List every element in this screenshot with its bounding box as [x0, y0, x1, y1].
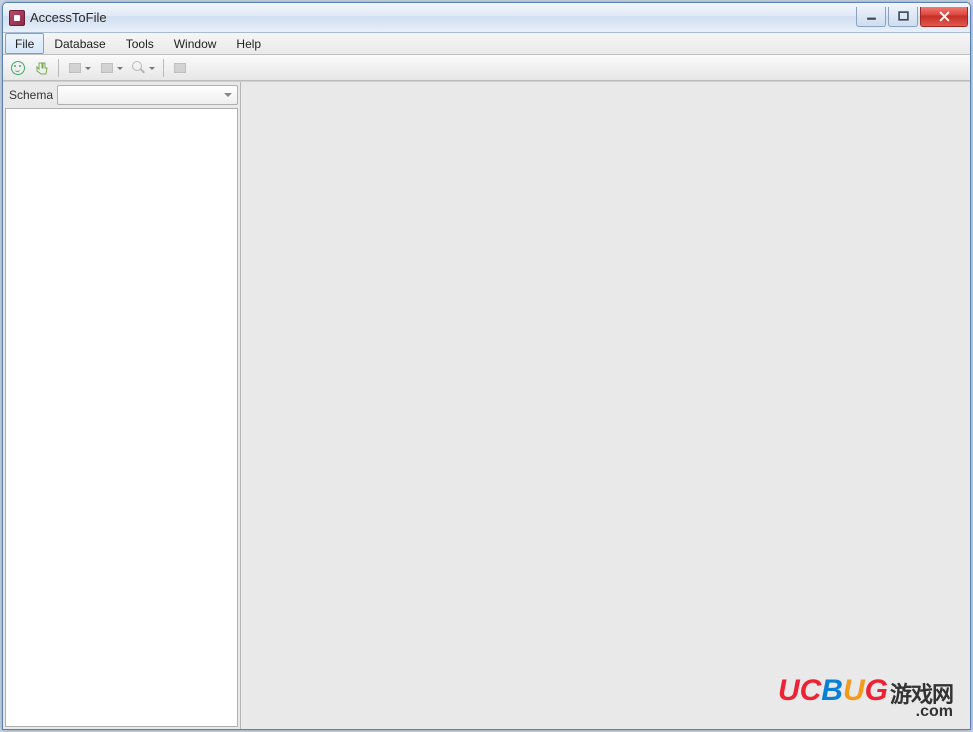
- minimize-icon: [866, 11, 877, 22]
- box-icon: [69, 63, 81, 73]
- toolbar-connect-button[interactable]: [7, 57, 29, 79]
- schema-dropdown[interactable]: [57, 85, 238, 105]
- toolbar-separator: [58, 59, 59, 77]
- maximize-button[interactable]: [888, 7, 918, 27]
- face-icon: [11, 61, 25, 75]
- menubar: File Database Tools Window Help: [3, 33, 970, 55]
- menu-tools[interactable]: Tools: [116, 33, 164, 54]
- client-area: Schema: [3, 81, 970, 729]
- menu-database[interactable]: Database: [44, 33, 115, 54]
- maximize-icon: [898, 11, 909, 22]
- close-button[interactable]: [920, 7, 968, 27]
- toolbar-run-button[interactable]: [169, 57, 191, 79]
- box-icon: [174, 63, 186, 73]
- toolbar-separator: [163, 59, 164, 77]
- close-icon: [939, 11, 950, 22]
- main-workspace: [241, 82, 970, 729]
- schema-tree-panel[interactable]: [5, 108, 238, 727]
- toolbar: [3, 55, 970, 81]
- window-controls: [856, 7, 968, 27]
- toolbar-import-dropdown[interactable]: [96, 57, 126, 79]
- toolbar-export-dropdown[interactable]: [64, 57, 94, 79]
- box-icon: [101, 63, 113, 73]
- window-title: AccessToFile: [30, 10, 856, 25]
- menu-file[interactable]: File: [5, 33, 44, 54]
- app-icon: [9, 10, 25, 26]
- schema-row: Schema: [5, 84, 238, 106]
- application-window: AccessToFile File Database Tools Window …: [2, 2, 971, 730]
- menu-help[interactable]: Help: [226, 33, 271, 54]
- menu-window[interactable]: Window: [164, 33, 227, 54]
- magnifier-icon: [132, 61, 146, 75]
- toolbar-query-dropdown[interactable]: [128, 57, 158, 79]
- toolbar-wizard-button[interactable]: [31, 57, 53, 79]
- minimize-button[interactable]: [856, 7, 886, 27]
- titlebar[interactable]: AccessToFile: [3, 3, 970, 33]
- schema-label: Schema: [5, 88, 53, 102]
- hand-icon: [35, 61, 49, 75]
- sidebar: Schema: [3, 82, 241, 729]
